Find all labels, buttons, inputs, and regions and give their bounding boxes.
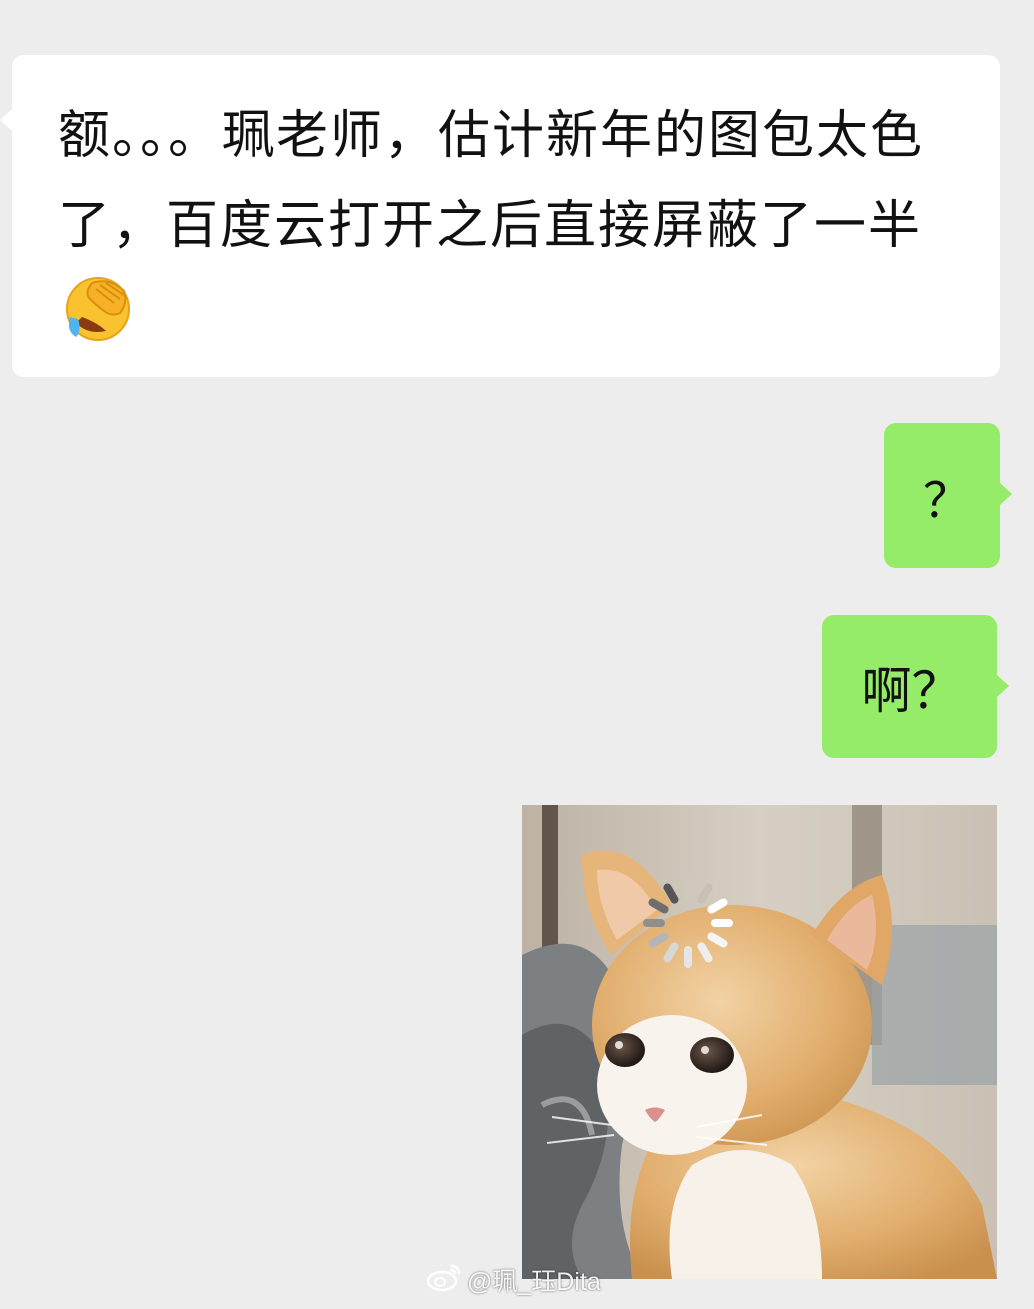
kitten-sticker-image[interactable] — [522, 805, 997, 1279]
face-palm-laughing-emoji-icon — [62, 273, 132, 343]
incoming-message-bubble[interactable]: 额。。。珮老师，估计新年的图包太色了，百度云打开之后直接屏蔽了一半 — [0, 55, 1000, 377]
watermark-text: @珮_珏Dita — [467, 1268, 601, 1296]
bubble-tail — [997, 675, 1009, 697]
bubble-tail — [1000, 483, 1012, 505]
kitten-sticker-drawing — [522, 805, 997, 1279]
outgoing-message-bubble[interactable]: ？ — [884, 423, 1012, 568]
weibo-logo-icon — [425, 1262, 463, 1299]
watermark: @珮_珏Dita — [425, 1262, 601, 1298]
message-text: ？ — [922, 472, 971, 529]
outgoing-message-bubble[interactable]: 啊？ — [822, 615, 1009, 758]
message-text: 啊？ — [861, 661, 962, 720]
bubble-tail — [0, 109, 12, 131]
message-text: 额。。。珮老师，估计新年的图包太色了，百度云打开之后直接屏蔽了一半 — [58, 106, 925, 256]
